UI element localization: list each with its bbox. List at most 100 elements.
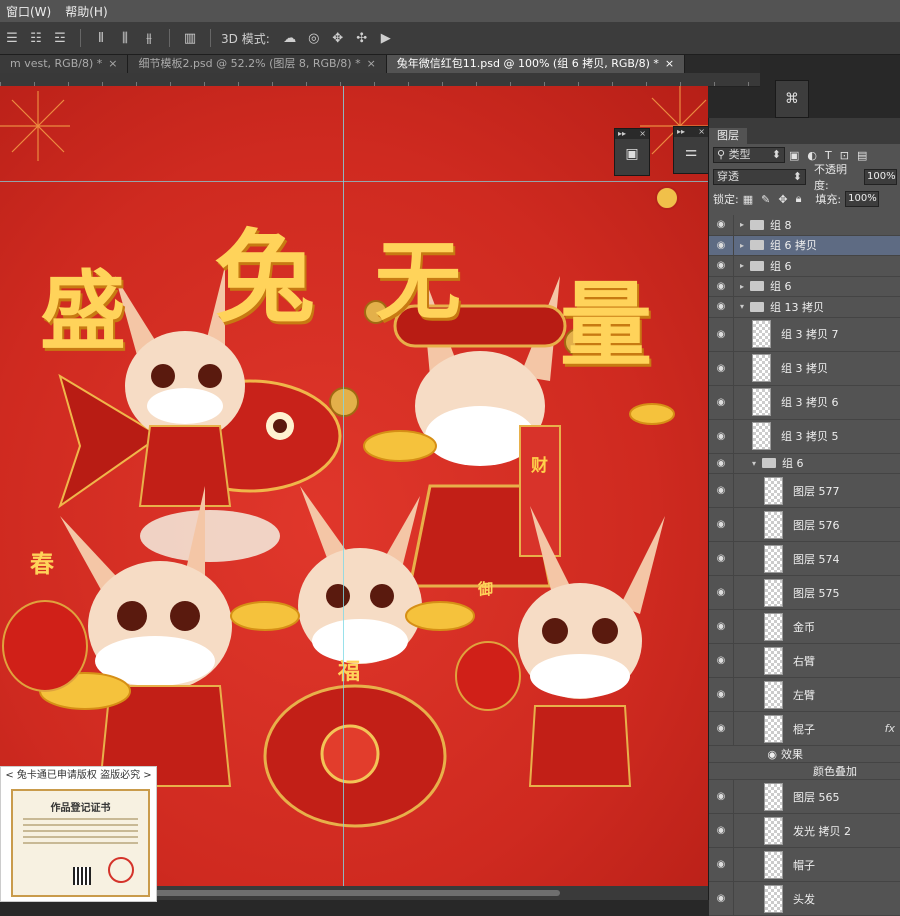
layer-row[interactable]: ◉ 图层 565 — [709, 780, 900, 814]
orbit-3d-icon[interactable]: ☁ — [281, 29, 299, 47]
visibility-eye-icon[interactable]: ◉ — [709, 474, 734, 507]
layer-effect-item[interactable]: 颜色叠加 — [709, 763, 900, 780]
layer-row[interactable]: ◉ 图层 576 — [709, 508, 900, 542]
visibility-eye-icon[interactable]: ◉ — [709, 610, 734, 643]
layer-group-row[interactable]: ◉ ▾ 组 13 拷贝 — [709, 297, 900, 318]
title-char: 盛 — [40, 261, 126, 362]
layer-group-row[interactable]: ◉ ▸ 组 6 — [709, 276, 900, 297]
tab-layers[interactable]: 图层 — [709, 128, 900, 144]
layer-group-row[interactable]: ◉ ▸ 组 6 — [709, 256, 900, 277]
visibility-eye-icon[interactable]: ◉ — [709, 848, 734, 881]
visibility-eye-icon[interactable]: ◉ — [709, 576, 734, 609]
layer-thumbnail — [764, 714, 783, 743]
history-panel-icon[interactable]: ⌘ — [775, 80, 809, 118]
filter-type-icon[interactable]: T — [825, 149, 832, 162]
layer-row[interactable]: ◉ 图层 574 — [709, 542, 900, 576]
fill-input[interactable]: 100% — [845, 191, 880, 207]
layer-row[interactable]: ◉ 右臂 — [709, 644, 900, 678]
layer-row[interactable]: ◉ 图层 575 — [709, 576, 900, 610]
slide-3d-icon[interactable]: ✣ — [353, 29, 371, 47]
layer-effects-row[interactable]: ◉ 效果 — [709, 746, 900, 763]
chevron-right-icon[interactable]: ▸ — [740, 220, 750, 229]
layer-row[interactable]: ◉ 组 3 拷贝 7 — [709, 317, 900, 352]
visibility-eye-icon[interactable]: ◉ — [709, 235, 734, 255]
menu-window[interactable]: 窗口(W) — [0, 3, 59, 20]
filter-adjust-icon[interactable]: ◐ — [807, 149, 817, 162]
lock-transparent-icon[interactable]: ▦ — [743, 193, 753, 206]
filter-smart-icon[interactable]: ▤ — [857, 149, 867, 162]
chevron-down-icon[interactable]: ▾ — [740, 302, 750, 311]
visibility-eye-icon[interactable]: ◉ — [709, 317, 734, 351]
layer-thumbnail — [752, 388, 771, 416]
layer-row[interactable]: ◉ 组 3 拷贝 5 — [709, 419, 900, 454]
visibility-eye-icon[interactable]: ◉ — [709, 712, 734, 745]
visibility-eye-icon[interactable]: ◉ — [709, 644, 734, 677]
align-hcenter-icon[interactable]: ⫼ — [116, 29, 134, 47]
visibility-eye-icon[interactable]: ◉ — [709, 508, 734, 541]
layer-group-row[interactable]: ◉ ▸ 组 8 — [709, 215, 900, 236]
chevron-right-icon[interactable]: ▸ — [740, 241, 750, 250]
align-bottom-icon[interactable]: ☲ — [51, 29, 69, 47]
chevron-right-icon[interactable]: ▸ — [740, 282, 750, 291]
properties-panel-float[interactable]: ▸▸ × ▣ — [614, 128, 650, 176]
document-tabs: m vest, RGB/8) * × 细节模板2.psd @ 52.2% (图层 … — [0, 55, 760, 73]
visibility-eye-icon[interactable]: ◉ — [709, 276, 734, 296]
chevron-right-icon[interactable]: ▸ — [740, 261, 750, 270]
filter-kind-select[interactable]: ⚲ 类型 ⬍ — [713, 147, 785, 163]
layer-thumbnail — [764, 816, 783, 845]
camera-3d-icon[interactable]: ▶ — [377, 29, 395, 47]
blend-mode-select[interactable]: 穿透 ⬍ — [713, 169, 806, 185]
visibility-eye-icon[interactable]: ◉ — [709, 297, 734, 317]
close-icon[interactable]: × — [367, 55, 376, 73]
visibility-eye-icon[interactable]: ◉ — [709, 780, 734, 813]
layer-row[interactable]: ◉ 组 3 拷贝 — [709, 351, 900, 386]
layer-row[interactable]: ◉ 左臂 — [709, 678, 900, 712]
tab-doc-1[interactable]: m vest, RGB/8) * × — [0, 55, 129, 73]
lock-position-icon[interactable]: ✥ — [778, 193, 787, 206]
layer-row[interactable]: ◉ 发光 拷贝 2 — [709, 814, 900, 848]
visibility-eye-icon[interactable]: ◉ — [709, 215, 734, 235]
layer-row[interactable]: ◉ 图层 577 — [709, 474, 900, 508]
roll-3d-icon[interactable]: ◎ — [305, 29, 323, 47]
visibility-eye-icon[interactable]: ◉ — [709, 814, 734, 847]
visibility-eye-icon[interactable]: ◉ — [709, 256, 734, 276]
align-right-icon[interactable]: ⫵ — [140, 29, 158, 47]
guide-line-horizontal[interactable] — [0, 181, 708, 182]
fx-icon[interactable]: fx — [885, 722, 895, 735]
layer-row[interactable]: ◉ 帽子 — [709, 848, 900, 882]
layer-group-row[interactable]: ◉ ▸ 组 6 拷贝 — [709, 235, 900, 256]
chevron-down-icon[interactable]: ▾ — [752, 459, 762, 468]
align-left-icon[interactable]: ⫴ — [92, 29, 110, 47]
menu-help[interactable]: 帮助(H) — [59, 3, 115, 20]
visibility-eye-icon[interactable]: ◉ — [709, 385, 734, 419]
properties-icon[interactable]: ▣ — [615, 139, 649, 169]
guide-line-vertical[interactable] — [343, 86, 344, 886]
sliders-icon[interactable]: ⚌ — [674, 137, 708, 167]
close-icon[interactable]: × — [108, 55, 117, 73]
align-vcenter-icon[interactable]: ☷ — [27, 29, 45, 47]
distribute-icon[interactable]: ▥ — [181, 29, 199, 47]
layer-row[interactable]: ◉ 头发 — [709, 882, 900, 916]
drag-3d-icon[interactable]: ✥ — [329, 29, 347, 47]
layer-group-row[interactable]: ◉ ▾ 组 6 — [709, 453, 900, 474]
visibility-eye-icon[interactable]: ◉ — [709, 678, 734, 711]
visibility-eye-icon[interactable]: ◉ — [709, 882, 734, 915]
filter-shape-icon[interactable]: ⊡ — [840, 149, 849, 162]
tab-doc-2[interactable]: 细节模板2.psd @ 52.2% (图层 8, RGB/8) * × — [128, 55, 387, 73]
close-icon[interactable]: × — [665, 55, 674, 73]
filter-image-icon[interactable]: ▣ — [789, 149, 799, 162]
lock-brush-icon[interactable]: ✎ — [761, 193, 770, 206]
visibility-eye-icon[interactable]: ◉ — [709, 419, 734, 453]
layer-row[interactable]: ◉ 棍子 fx — [709, 712, 900, 746]
opacity-input[interactable]: 100% — [864, 169, 898, 185]
scroll-thumb[interactable] — [150, 890, 560, 896]
tab-doc-3[interactable]: 兔年微信红包11.psd @ 100% (组 6 拷贝, RGB/8) * × — [386, 55, 686, 73]
align-top-icon[interactable]: ☰ — [3, 29, 21, 47]
visibility-eye-icon[interactable]: ◉ — [709, 351, 734, 385]
adjustments-panel-float[interactable]: ▸▸ × ⚌ — [673, 126, 709, 174]
visibility-eye-icon[interactable]: ◉ — [709, 453, 734, 473]
layer-row[interactable]: ◉ 金币 — [709, 610, 900, 644]
lock-all-icon[interactable]: 🔒︎ — [796, 192, 802, 206]
visibility-eye-icon[interactable]: ◉ — [709, 542, 734, 575]
layer-row[interactable]: ◉ 组 3 拷贝 6 — [709, 385, 900, 420]
